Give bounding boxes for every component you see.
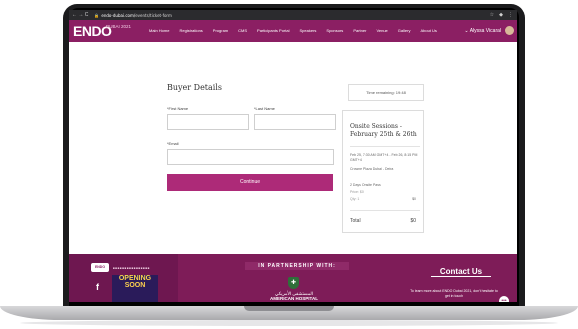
footer-left-panel: ENDO ■■■■■■■■■■■■■■■■ f OPENING SOON (69, 254, 178, 302)
extensions-icon[interactable]: ◆ (499, 12, 503, 18)
ticket-price: Price: $0 (350, 190, 364, 194)
main-menu: Main Home Registrations Program CMS Particip… (149, 28, 437, 33)
star-icon[interactable]: ☆ (490, 12, 494, 18)
address-bar[interactable]: 🔒 endo-dubai.com/events/ticket-form (94, 13, 172, 18)
menu-item[interactable]: CMS (238, 28, 247, 33)
laptop-notch (244, 306, 334, 311)
menu-item[interactable]: Registrations (179, 28, 202, 33)
chat-icon[interactable]: ••• (499, 296, 509, 302)
total-value: $0 (410, 218, 416, 224)
avatar[interactable] (505, 26, 514, 35)
lock-icon: 🔒 (94, 12, 100, 18)
site-footer: ENDO ■■■■■■■■■■■■■■■■ f OPENING SOON IN … (69, 254, 517, 302)
laptop-shadow (20, 320, 558, 326)
menu-item[interactable]: Venue (376, 28, 387, 33)
menu-icon[interactable]: ⋮ (508, 12, 513, 18)
site-logo-sub: DUBAI 2021 (106, 24, 132, 29)
partner-name: المستشفى الأمريكي AMERICAN HOSPITAL (270, 291, 318, 301)
divider (350, 210, 420, 211)
footer-logo-dots: ■■■■■■■■■■■■■■■■ (113, 266, 150, 270)
menu-item[interactable]: Main Home (149, 28, 169, 33)
user-menu[interactable]: ⌄ Alyssa Vicaral (464, 28, 501, 34)
session-dates: Feb 25, 7:30 AM GMT+4 - Feb 26, 8:15 PM … (350, 153, 418, 162)
last-name-field[interactable] (254, 114, 336, 130)
facebook-icon[interactable]: f (96, 282, 99, 292)
screen: ← → C 🔒 endo-dubai.com/events/ticket-form… (69, 10, 517, 302)
menu-item[interactable]: Sponsors (326, 28, 343, 33)
continue-button[interactable]: Continue (167, 174, 333, 191)
menu-item[interactable]: Speakers (300, 28, 317, 33)
total-label: Total (350, 218, 361, 224)
first-name-label: *First Name (167, 106, 189, 111)
last-name-label: *Last Name (254, 106, 275, 111)
partnership-title: IN PARTNERSHIP WITH: (245, 262, 349, 270)
contact-text: To learn more about ENDO Dubai 2021, don… (410, 289, 498, 298)
browser-actions: ☆ ◆ ⋮ (490, 12, 513, 18)
first-name-field[interactable] (167, 114, 249, 130)
footer-logo: ENDO (91, 263, 109, 272)
ticket-amount: $0 (412, 197, 416, 201)
browser-nav-controls[interactable]: ← → C (72, 12, 88, 18)
ticket-name: 2 Days Onsite Pass (350, 183, 381, 187)
promo-banner[interactable]: OPENING SOON (112, 275, 158, 302)
divider (350, 146, 420, 147)
menu-item[interactable]: Program (213, 28, 228, 33)
session-venue: Crowne Plaza Dubai - Deira (350, 167, 394, 171)
menu-item[interactable]: Partner (353, 28, 366, 33)
email-field[interactable] (167, 149, 334, 165)
menu-item[interactable]: Participants Portal (257, 28, 289, 33)
time-remaining: Time remaining: 19:48 (348, 84, 424, 101)
email-label: *Email (167, 141, 179, 146)
menu-item[interactable]: Gallery (398, 28, 411, 33)
ticket-qty: Qty: 1 (350, 197, 360, 201)
order-summary: Onsite Sessions - February 25th & 26th F… (342, 110, 424, 233)
site-navbar: ENDO DUBAI 2021 Main Home Registrations Pr… (69, 20, 517, 42)
session-title: Onsite Sessions - February 25th & 26th (350, 123, 417, 138)
page-title: Buyer Details (167, 83, 223, 92)
hospital-shield-icon: ✚ (288, 277, 299, 289)
menu-item[interactable]: About Us (420, 28, 436, 33)
browser-toolbar: ← → C 🔒 endo-dubai.com/events/ticket-form… (69, 10, 517, 20)
contact-title: Contact Us (431, 267, 491, 277)
